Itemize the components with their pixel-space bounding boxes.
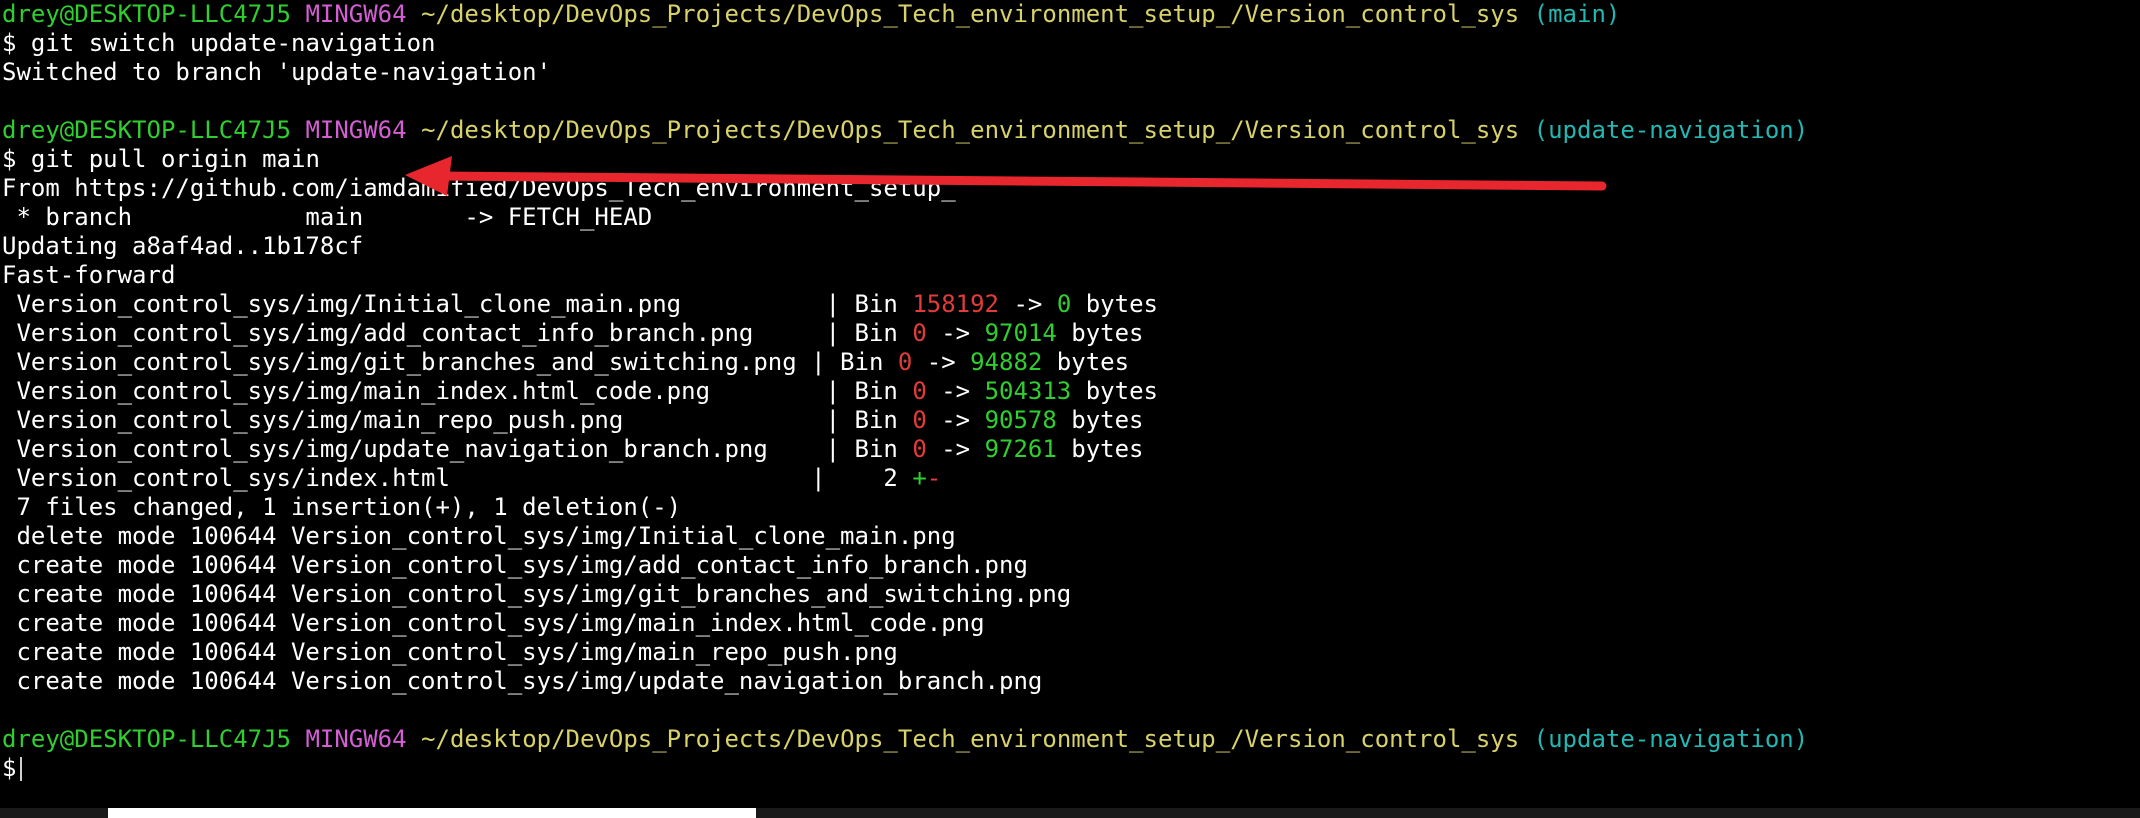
diffstat-row: Version_control_sys/img/main_index.html_… xyxy=(2,377,2140,406)
diffstat-file: Version_control_sys/img/main_index.html_… xyxy=(2,377,826,405)
output-line: From https://github.com/iamdamified/DevO… xyxy=(2,174,956,202)
diffstat-new-size: 504313 xyxy=(984,377,1072,405)
terminal-window[interactable]: drey@DESKTOP-LLC47J5 MINGW64 ~/desktop/D… xyxy=(0,0,2140,800)
mode-line: create mode 100644 Version_control_sys/i… xyxy=(2,551,1028,579)
prompt-user-host: drey@DESKTOP-LLC47J5 xyxy=(2,725,291,753)
command-line: $ git pull origin main xyxy=(2,145,2140,174)
diffstat-old-size: 0 xyxy=(912,377,927,405)
mode-line: delete mode 100644 Version_control_sys/i… xyxy=(2,522,956,550)
prompt-user-host: drey@DESKTOP-LLC47J5 xyxy=(2,0,291,28)
bottom-bar-segment xyxy=(108,808,756,818)
diffstat-unit: bytes xyxy=(1071,290,1158,318)
prompt-symbol: $ xyxy=(2,754,17,782)
diffstat-list: Version_control_sys/img/Initial_clone_ma… xyxy=(2,290,2140,464)
diffstat-file: Version_control_sys/img/main_repo_push.p… xyxy=(2,406,826,434)
prompt-path: ~/desktop/DevOps_Projects/DevOps_Tech_en… xyxy=(421,0,1520,28)
text-cursor xyxy=(20,757,23,781)
prompt-shell: MINGW64 xyxy=(305,0,407,28)
diffstat-arrow: -> xyxy=(912,348,971,376)
diffstat-old-size: 0 xyxy=(912,319,927,347)
prompt-branch: (update-navigation) xyxy=(1533,116,1809,144)
diffstat-file: Version_control_sys/index.html xyxy=(2,464,812,492)
diffstat-change: | Bin xyxy=(825,435,913,463)
diffstat-row: Version_control_sys/img/update_navigatio… xyxy=(2,435,2140,464)
prompt-path: ~/desktop/DevOps_Projects/DevOps_Tech_en… xyxy=(421,116,1520,144)
diffstat-unit: bytes xyxy=(1056,319,1144,347)
diffstat-unit: bytes xyxy=(1042,348,1130,376)
diffstat-old-size: 0 xyxy=(897,348,913,376)
diffstat-file: Version_control_sys/img/Initial_clone_ma… xyxy=(2,290,826,318)
diffstat-arrow: -> xyxy=(926,319,985,347)
diffstat-change: | Bin xyxy=(825,319,913,347)
diffstat-arrow: -> xyxy=(926,406,985,434)
output-line: * branch main -> FETCH_HEAD xyxy=(2,203,653,231)
diffstat-row: Version_control_sys/index.html | 2 +- xyxy=(2,464,2140,493)
prompt-shell: MINGW64 xyxy=(305,116,407,144)
diffstat-arrow: -> xyxy=(999,290,1057,318)
prompt-line: drey@DESKTOP-LLC47J5 MINGW64 ~/desktop/D… xyxy=(2,725,2140,754)
diffstat-unit: bytes xyxy=(1071,377,1158,405)
diffstat-new-size: 0 xyxy=(1056,290,1072,318)
diffstat-row: Version_control_sys/img/git_branches_and… xyxy=(2,348,2140,377)
prompt-symbol: $ xyxy=(2,29,17,57)
diffstat-file: Version_control_sys/img/update_navigatio… xyxy=(2,435,826,463)
command-line[interactable]: $ xyxy=(2,754,2140,783)
mode-line: create mode 100644 Version_control_sys/i… xyxy=(2,667,1043,695)
diffstat-row: Version_control_sys/img/main_repo_push.p… xyxy=(2,406,2140,435)
prompt-line: drey@DESKTOP-LLC47J5 MINGW64 ~/desktop/D… xyxy=(2,116,2140,145)
command-text: git pull origin main xyxy=(30,145,320,173)
output-line: Updating a8af4ad..1b178cf xyxy=(2,232,364,260)
diffstat-plus: + xyxy=(912,464,927,492)
diffstat-new-size: 97261 xyxy=(984,435,1057,463)
mode-line: create mode 100644 Version_control_sys/i… xyxy=(2,638,898,666)
diffstat-row: Version_control_sys/img/add_contact_info… xyxy=(2,319,2140,348)
summary-line: 7 files changed, 1 insertion(+), 1 delet… xyxy=(2,493,682,521)
diffstat-unit: bytes xyxy=(1056,406,1144,434)
diffstat-row: Version_control_sys/img/Initial_clone_ma… xyxy=(2,290,2140,319)
command-text: git switch update-navigation xyxy=(30,29,436,57)
mode-line: create mode 100644 Version_control_sys/i… xyxy=(2,609,985,637)
diffstat-change: | 2 xyxy=(811,464,913,492)
prompt-branch: (main) xyxy=(1533,0,1621,28)
prompt-line: drey@DESKTOP-LLC47J5 MINGW64 ~/desktop/D… xyxy=(2,0,2140,29)
diffstat-arrow: -> xyxy=(926,435,985,463)
prompt-branch: (update-navigation) xyxy=(1533,725,1809,753)
diffstat-change: | Bin xyxy=(825,377,913,405)
diffstat-new-size: 97014 xyxy=(984,319,1057,347)
diffstat-unit: bytes xyxy=(1056,435,1144,463)
diffstat-file: Version_control_sys/img/add_contact_info… xyxy=(2,319,826,347)
diffstat-old-size: 0 xyxy=(912,435,927,463)
prompt-path: ~/desktop/DevOps_Projects/DevOps_Tech_en… xyxy=(421,725,1520,753)
diffstat-new-size: 90578 xyxy=(984,406,1057,434)
diffstat-file: Version_control_sys/img/git_branches_and… xyxy=(2,348,812,376)
prompt-shell: MINGW64 xyxy=(305,725,407,753)
diffstat-change: | Bin xyxy=(811,348,898,376)
command-line: $ git switch update-navigation xyxy=(2,29,2140,58)
diffstat-new-size: 94882 xyxy=(970,348,1043,376)
mode-line: create mode 100644 Version_control_sys/i… xyxy=(2,580,1072,608)
prompt-symbol: $ xyxy=(2,145,17,173)
diffstat-minus: - xyxy=(926,464,942,492)
mode-list: delete mode 100644 Version_control_sys/i… xyxy=(2,522,2140,696)
diffstat-old-size: 158192 xyxy=(912,290,1000,318)
diffstat-arrow: -> xyxy=(926,377,985,405)
diffstat-old-size: 0 xyxy=(912,406,927,434)
output-line: Switched to branch 'update-navigation' xyxy=(2,58,552,86)
diffstat-change: | Bin xyxy=(825,290,913,318)
output-line: Fast-forward xyxy=(2,261,176,289)
bottom-bar xyxy=(0,808,2140,818)
diffstat-change: | Bin xyxy=(825,406,913,434)
prompt-user-host: drey@DESKTOP-LLC47J5 xyxy=(2,116,291,144)
